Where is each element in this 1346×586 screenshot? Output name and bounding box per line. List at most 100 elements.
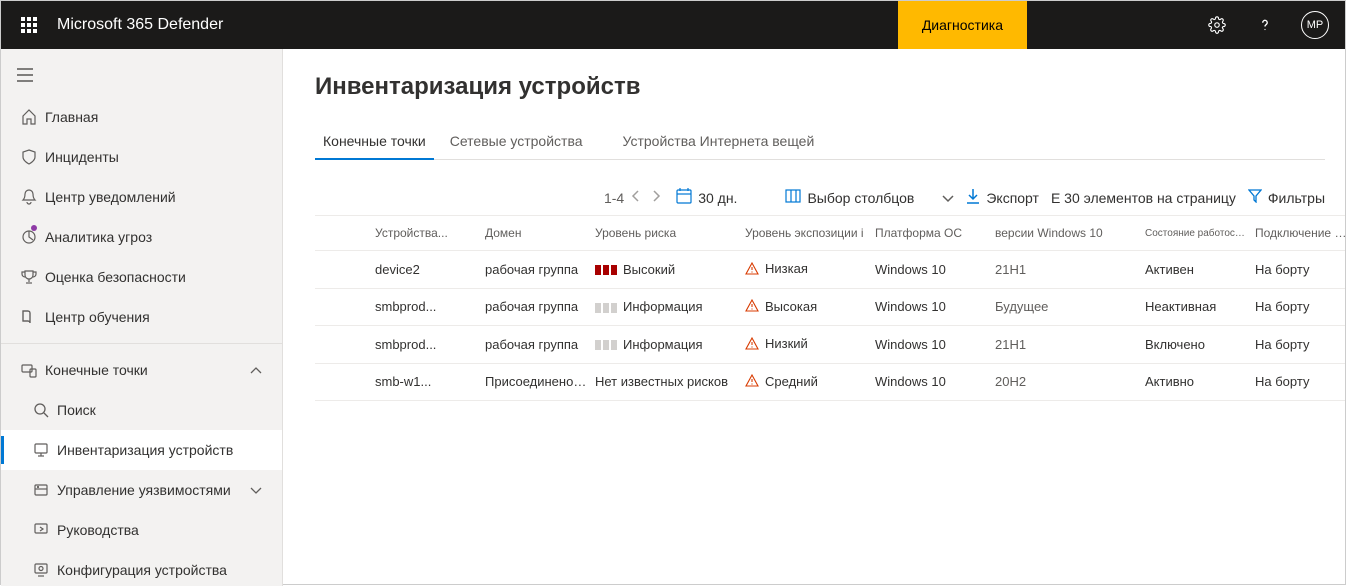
user-avatar[interactable]: MP bbox=[1301, 11, 1329, 39]
cell-connection: На борту bbox=[1255, 374, 1345, 389]
th-device[interactable]: Устройства... bbox=[375, 226, 485, 240]
tab-bar: Конечные точкиСетевые устройства Устройст… bbox=[315, 125, 1325, 160]
analytics-icon bbox=[13, 229, 45, 245]
download-icon bbox=[966, 188, 980, 207]
risk-bars-icon bbox=[595, 265, 617, 275]
cell-exposure: Низкая bbox=[745, 261, 875, 278]
sidebar-item[interactable]: Конфигурация устройства bbox=[1, 550, 282, 586]
config-icon bbox=[25, 562, 57, 578]
sidebar: Главная Инциденты Центр уведомлений Аналити… bbox=[1, 49, 283, 586]
cell-connection: На борту bbox=[1255, 299, 1345, 314]
sidebar-item[interactable]: Конечные точки bbox=[1, 350, 282, 390]
cell-platform: Windows 10 bbox=[875, 337, 995, 352]
app-launcher-icon[interactable] bbox=[9, 1, 49, 49]
sidebar-item-label: Центр обучения bbox=[45, 309, 282, 325]
date-range-button[interactable]: 30 дн. bbox=[676, 188, 737, 207]
th-domain[interactable]: Домен bbox=[485, 226, 595, 240]
sidebar-item[interactable]: Главная bbox=[1, 97, 282, 137]
sidebar-item[interactable]: Инвентаризация устройств bbox=[1, 430, 282, 470]
per-page-label[interactable]: E 30 элементов на страницу bbox=[1051, 190, 1236, 206]
sidebar-item-label: Управление уязвимостями bbox=[57, 482, 250, 498]
column-chooser-label: Выбор столбцов bbox=[807, 190, 914, 206]
cell-version: 21H1 bbox=[995, 337, 1145, 352]
sidebar-item[interactable]: Центр обучения bbox=[1, 297, 282, 337]
cell-risk: Информация bbox=[595, 337, 745, 352]
cell-exposure: Высокая bbox=[745, 299, 875, 316]
warning-icon bbox=[745, 374, 759, 390]
cell-health: Неактивная bbox=[1145, 299, 1255, 314]
warning-icon bbox=[745, 262, 759, 278]
export-button[interactable]: Экспорт bbox=[966, 188, 1039, 207]
sidebar-item[interactable]: Поиск bbox=[1, 390, 282, 430]
nav-collapse-toggle[interactable] bbox=[1, 53, 282, 97]
table-row[interactable]: device2рабочая группаВысокийНизкаяWindow… bbox=[315, 251, 1345, 289]
sidebar-item[interactable]: Центр уведомлений bbox=[1, 177, 282, 217]
cell-version: 20H2 bbox=[995, 374, 1145, 389]
pager: 1-4 bbox=[604, 189, 664, 206]
cell-domain: рабочая группа bbox=[485, 337, 595, 352]
toolbar: 1-4 30 дн. Выбор столбцов Экспорт E 30 э… bbox=[315, 180, 1345, 216]
prev-page-icon[interactable] bbox=[628, 189, 644, 206]
tab[interactable]: Конечные точки bbox=[315, 125, 434, 159]
filters-button[interactable]: Фильтры bbox=[1248, 189, 1325, 206]
th-version[interactable]: версии Windows 10 bbox=[995, 226, 1145, 240]
cell-device: device2 bbox=[375, 262, 485, 277]
cell-platform: Windows 10 bbox=[875, 299, 995, 314]
diagnostics-button[interactable]: Диагностика bbox=[898, 1, 1027, 49]
calendar-icon bbox=[676, 188, 692, 207]
page-title: Инвентаризация устройств bbox=[315, 73, 1345, 101]
cell-version: Будущее bbox=[995, 299, 1145, 314]
sidebar-item[interactable]: Управление уязвимостями bbox=[1, 470, 282, 510]
table-row[interactable]: smbprod...рабочая группаИнформацияВысока… bbox=[315, 289, 1345, 327]
chevron-down-icon bbox=[942, 190, 954, 206]
cell-connection: На борту bbox=[1255, 337, 1345, 352]
table-row[interactable]: smbprod...рабочая группаИнформацияНизкий… bbox=[315, 326, 1345, 364]
endpoints-icon bbox=[13, 362, 45, 378]
search-icon bbox=[25, 402, 57, 418]
cell-connection: На борту bbox=[1255, 262, 1345, 277]
th-exposure[interactable]: Уровень экспозиции і bbox=[745, 226, 875, 240]
sidebar-item[interactable]: Инциденты bbox=[1, 137, 282, 177]
sidebar-item-label: Руководства bbox=[57, 522, 282, 538]
cell-platform: Windows 10 bbox=[875, 374, 995, 389]
content-area: Инвентаризация устройств Конечные точкиС… bbox=[283, 49, 1345, 586]
th-risk[interactable]: Уровень риска bbox=[595, 226, 745, 240]
sidebar-item-label: Инциденты bbox=[45, 149, 282, 165]
cell-domain: Присоединено к AAD bbox=[485, 374, 595, 389]
warning-icon bbox=[745, 299, 759, 315]
column-chooser-button[interactable]: Выбор столбцов bbox=[785, 188, 954, 207]
cell-exposure: Средний bbox=[745, 374, 875, 391]
sidebar-item-label: Главная bbox=[45, 109, 282, 125]
sidebar-item[interactable]: Руководства bbox=[1, 510, 282, 550]
sidebar-item-label: Конфигурация устройства bbox=[57, 562, 282, 578]
shield-icon bbox=[13, 149, 45, 165]
filter-icon bbox=[1248, 189, 1262, 206]
sidebar-item-label: Поиск bbox=[57, 402, 282, 418]
help-icon[interactable] bbox=[1245, 1, 1285, 49]
tab[interactable]: Устройства Интернета вещей bbox=[615, 125, 823, 159]
table-row[interactable]: smb-w1...Присоединено к AADНет известных… bbox=[315, 364, 1345, 402]
sidebar-item-label: Оценка безопасности bbox=[45, 269, 282, 285]
sidebar-item[interactable]: Аналитика угроз bbox=[1, 217, 282, 257]
chevron-down-icon bbox=[250, 482, 282, 498]
cell-exposure: Низкий bbox=[745, 336, 875, 353]
th-connection[interactable]: Подключение сб bbox=[1255, 226, 1345, 240]
warning-icon bbox=[745, 337, 759, 353]
tab[interactable]: Сетевые устройства bbox=[442, 125, 591, 159]
devices-icon bbox=[25, 442, 57, 458]
sidebar-item[interactable]: Оценка безопасности bbox=[1, 257, 282, 297]
th-platform[interactable]: Платформа ОС bbox=[875, 226, 995, 240]
cell-risk: Высокий bbox=[595, 262, 745, 277]
next-page-icon[interactable] bbox=[648, 189, 664, 206]
th-health[interactable]: Состояние работоспособности bbox=[1145, 228, 1255, 239]
cell-risk: Нет известных рисков bbox=[595, 374, 745, 389]
chevron-up-icon bbox=[250, 362, 282, 378]
cell-version: 21H1 bbox=[995, 262, 1145, 277]
app-title[interactable]: Microsoft 365 Defender bbox=[57, 16, 223, 34]
sidebar-item-label: Центр уведомлений bbox=[45, 189, 282, 205]
risk-bars-icon bbox=[595, 303, 617, 313]
book-icon bbox=[13, 309, 45, 325]
bell-icon bbox=[13, 189, 45, 205]
settings-icon[interactable] bbox=[1197, 1, 1237, 49]
sidebar-item-label: Конечные точки bbox=[45, 362, 250, 378]
